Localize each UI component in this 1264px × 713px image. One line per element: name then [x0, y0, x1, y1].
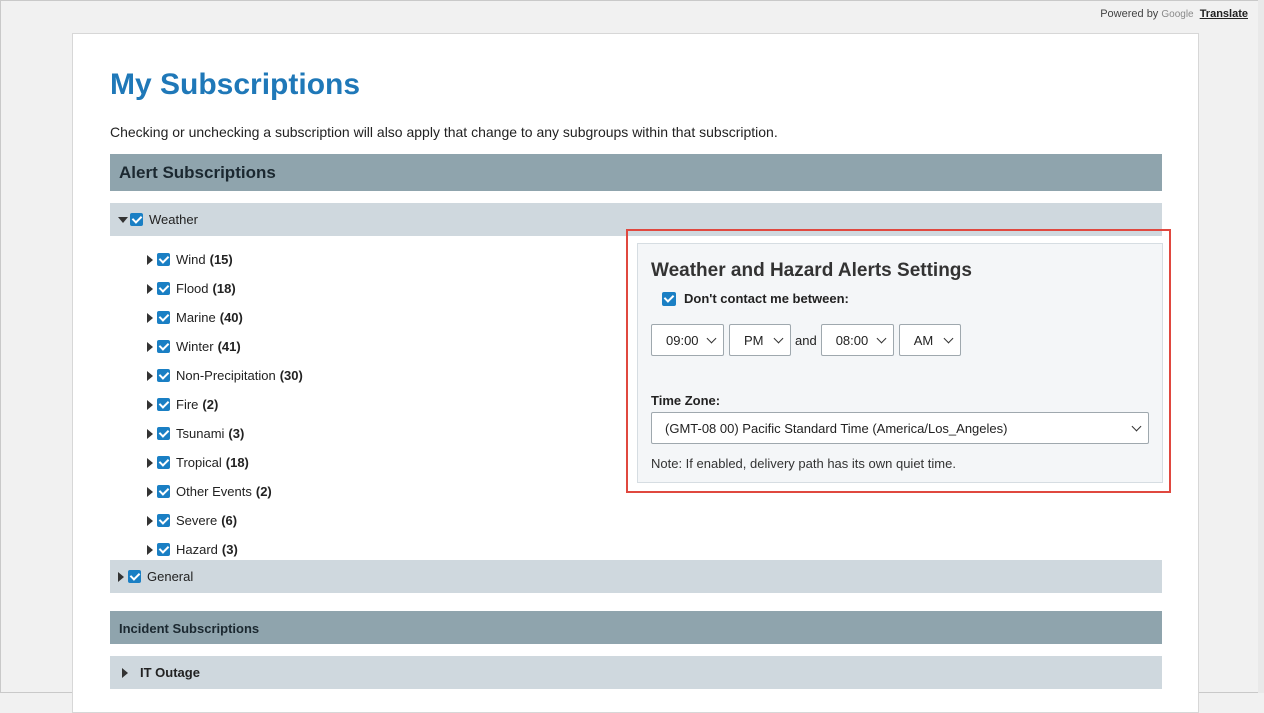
subgroup-count: (3)	[228, 426, 245, 441]
subgroup-count: (2)	[255, 484, 272, 499]
subgroup-label: Tropical	[176, 455, 222, 470]
expand-arrow-icon[interactable]	[147, 515, 153, 526]
expand-arrow-icon[interactable]	[147, 283, 153, 294]
subgroup-label: Hazard	[176, 542, 218, 557]
subgroup-label: Flood	[176, 281, 209, 296]
start-ampm-value: PM	[744, 332, 764, 348]
subgroup-checkbox[interactable]	[157, 514, 170, 527]
chevron-down-icon	[1131, 421, 1142, 431]
subgroup-item[interactable]: Winter (41)	[147, 332, 303, 361]
subgroup-checkbox[interactable]	[157, 427, 170, 440]
subgroup-item[interactable]: Marine (40)	[147, 303, 303, 332]
expand-arrow-icon[interactable]	[147, 486, 153, 497]
collapse-arrow-icon[interactable]	[118, 216, 128, 223]
expand-arrow-icon[interactable]	[147, 399, 153, 410]
subgroup-count: (6)	[221, 513, 238, 528]
expand-arrow-icon[interactable]	[147, 457, 153, 468]
subgroup-label: Other Events	[176, 484, 252, 499]
chevron-down-icon	[943, 333, 954, 343]
end-ampm-value: AM	[913, 332, 934, 348]
incident-subscriptions-header: Incident Subscriptions	[110, 611, 1162, 644]
dont-contact-label: Don't contact me between:	[684, 291, 849, 306]
subgroup-count: (41)	[217, 339, 241, 354]
expand-arrow-icon[interactable]	[147, 544, 153, 555]
weather-label: Weather	[149, 212, 198, 227]
subgroup-checkbox[interactable]	[157, 369, 170, 382]
general-checkbox[interactable]	[128, 570, 141, 583]
and-text: and	[795, 332, 817, 348]
alert-subscriptions-header: Alert Subscriptions	[110, 154, 1162, 191]
subgroup-count: (40)	[219, 310, 243, 325]
subgroup-checkbox[interactable]	[157, 253, 170, 266]
subgroup-checkbox[interactable]	[157, 543, 170, 556]
page-title: My Subscriptions	[110, 68, 361, 101]
expand-arrow-icon[interactable]	[147, 370, 153, 381]
subgroup-label: Winter	[176, 339, 214, 354]
subgroup-item[interactable]: Severe (6)	[147, 506, 303, 535]
expand-arrow-icon[interactable]	[147, 341, 153, 352]
subgroup-label: Tsunami	[176, 426, 225, 441]
general-label: General	[147, 569, 194, 584]
subgroup-checkbox[interactable]	[157, 485, 170, 498]
expand-arrow-icon[interactable]	[147, 312, 153, 323]
expand-arrow-icon[interactable]	[147, 254, 153, 265]
subgroup-checkbox[interactable]	[157, 456, 170, 469]
weather-checkbox[interactable]	[130, 213, 143, 226]
chevron-down-icon	[876, 333, 887, 343]
weather-hazard-settings-panel: Weather and Hazard Alerts Settings Don't…	[637, 243, 1163, 483]
expand-arrow-icon[interactable]	[118, 571, 124, 582]
timezone-value: (GMT-08 00) Pacific Standard Time (Ameri…	[665, 420, 1008, 436]
start-hour-select[interactable]: 09:00	[651, 324, 724, 356]
settings-title: Weather and Hazard Alerts Settings	[651, 260, 972, 281]
google-translate-attribution: Powered by Google Translate	[1100, 8, 1248, 20]
translate-link[interactable]: Translate	[1200, 8, 1248, 20]
subgroup-label: Fire	[176, 397, 199, 412]
subgroup-item[interactable]: Non-Precipitation (30)	[147, 361, 303, 390]
quiet-time-selects: 09:00 PM and 08:00 AM	[651, 324, 961, 356]
intro-text: Checking or unchecking a subscription wi…	[110, 124, 778, 140]
weather-subgroup-list: Wind (15) Flood (18) Marine (40) Winter (41) Non…	[147, 245, 303, 564]
dont-contact-row[interactable]: Don't contact me between:	[662, 291, 849, 306]
end-hour-select[interactable]: 08:00	[820, 324, 894, 356]
start-ampm-select[interactable]: PM	[729, 324, 791, 356]
group-row-general[interactable]: General	[110, 560, 1162, 593]
expand-arrow-icon[interactable]	[122, 667, 128, 678]
subgroup-item[interactable]: Wind (15)	[147, 245, 303, 274]
chevron-down-icon	[773, 333, 784, 343]
subgroup-label: Non-Precipitation	[176, 368, 276, 383]
powered-by-text: Powered by	[1100, 8, 1159, 20]
scrollbar-gutter	[1258, 0, 1264, 693]
it-outage-label: IT Outage	[140, 665, 200, 680]
subgroup-count: (15)	[209, 252, 233, 267]
dont-contact-checkbox[interactable]	[662, 291, 676, 306]
subgroup-label: Wind	[176, 252, 206, 267]
chevron-down-icon	[706, 333, 717, 343]
subgroup-checkbox[interactable]	[157, 340, 170, 353]
google-logo-text: Google	[1161, 9, 1194, 20]
subgroup-count: (18)	[225, 455, 249, 470]
expand-arrow-icon[interactable]	[147, 428, 153, 439]
subgroup-label: Marine	[176, 310, 216, 325]
start-hour-value: 09:00	[666, 332, 699, 348]
subgroup-count: (2)	[202, 397, 219, 412]
subgroup-label: Severe	[176, 513, 218, 528]
subscriptions-card: My Subscriptions Checking or unchecking …	[72, 33, 1199, 713]
subgroup-item[interactable]: Flood (18)	[147, 274, 303, 303]
subgroup-item[interactable]: Other Events (2)	[147, 477, 303, 506]
subgroup-item[interactable]: Fire (2)	[147, 390, 303, 419]
subgroup-checkbox[interactable]	[157, 311, 170, 324]
end-ampm-select[interactable]: AM	[898, 324, 961, 356]
quiet-time-note: Note: If enabled, delivery path has its …	[651, 456, 956, 471]
group-row-it-outage[interactable]: IT Outage	[110, 656, 1162, 689]
subgroup-item[interactable]: Tropical (18)	[147, 448, 303, 477]
subgroup-item[interactable]: Tsunami (3)	[147, 419, 303, 448]
subgroup-count: (30)	[279, 368, 303, 383]
timezone-label: Time Zone:	[651, 393, 721, 408]
subgroup-count: (18)	[212, 281, 236, 296]
subgroup-checkbox[interactable]	[157, 398, 170, 411]
timezone-select[interactable]: (GMT-08 00) Pacific Standard Time (Ameri…	[651, 412, 1149, 444]
subgroup-count: (3)	[221, 542, 238, 557]
subgroup-checkbox[interactable]	[157, 282, 170, 295]
end-hour-value: 08:00	[835, 332, 869, 348]
